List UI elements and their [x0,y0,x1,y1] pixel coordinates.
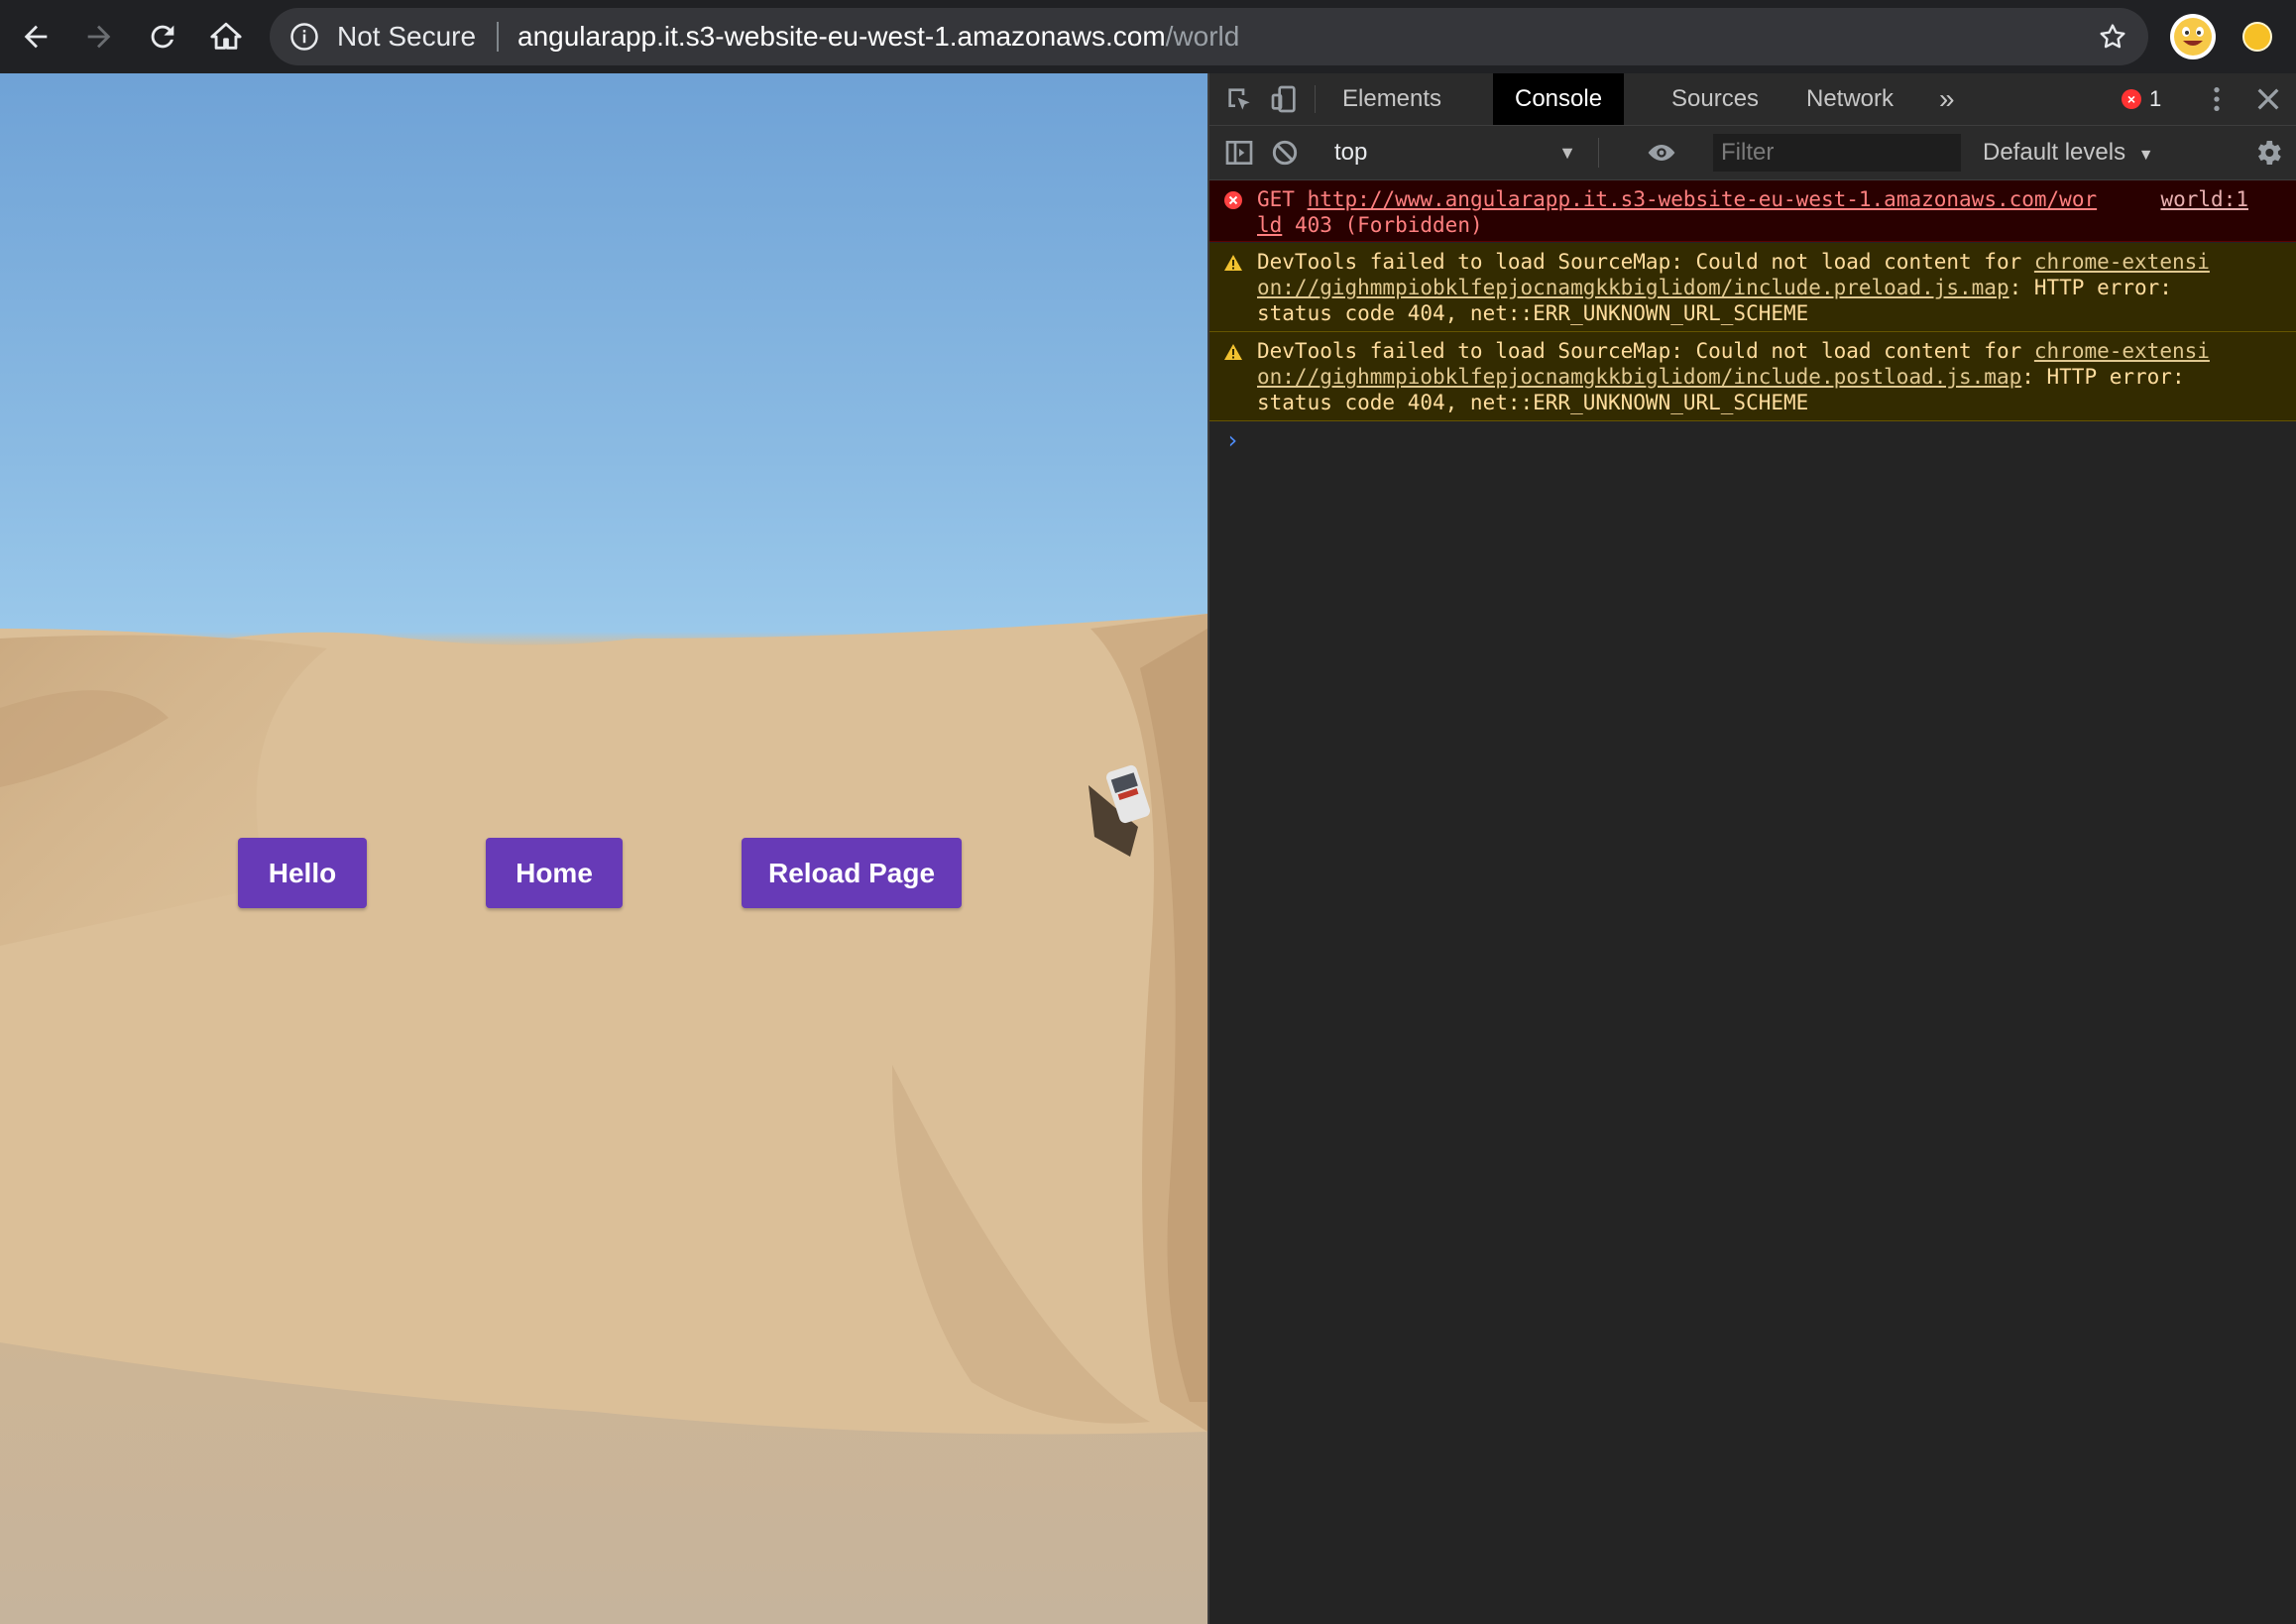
warning-line-3: status code 404, net::ERR_UNKNOWN_URL_SC… [1257,301,1809,325]
reload-button[interactable] [139,13,186,60]
star-icon[interactable] [2097,21,2128,53]
tab-network[interactable]: Network [1784,73,1915,125]
device-toolbar-icon[interactable] [1269,83,1301,115]
address-bar[interactable]: Not Secure angularapp.it.s3-website-eu-w… [270,8,2148,65]
url-text[interactable]: angularapp.it.s3-website-eu-west-1.amazo… [517,8,1239,65]
caret-down-icon: ▼ [2137,147,2154,164]
emoji-face-icon [2174,18,2212,56]
profile-avatar[interactable] [2170,14,2216,59]
forward-button[interactable] [75,13,123,60]
toolbar-divider [1598,138,1599,168]
url-path: /world [1165,21,1240,52]
warning-text: DevTools failed to load SourceMap: Could… [1257,250,2022,274]
info-icon[interactable] [289,22,319,52]
home-icon [210,22,242,50]
warning-text: : HTTP error: [2009,276,2172,299]
error-circle-icon [1224,191,1242,209]
warning-text: DevTools failed to load SourceMap: Could… [1257,339,2022,363]
sourcemap-link[interactable]: chrome-extensi [2034,250,2210,274]
arrow-left-icon [24,25,48,49]
hello-button[interactable]: Hello [238,838,367,908]
browser-toolbar: Not Secure angularapp.it.s3-website-eu-w… [0,0,2296,73]
error-count: 1 [2149,86,2162,111]
warning-text: : HTTP error: [2021,365,2185,389]
warning-line-1: DevTools failed to load SourceMap: Could… [1257,249,2278,275]
warning-triangle-icon [1224,344,1242,360]
inspect-element-icon[interactable] [1223,83,1255,115]
more-tabs-button[interactable]: » [1917,73,1977,125]
reload-icon [151,25,174,49]
kebab-menu-icon[interactable] [2201,83,2233,115]
warning-line-3: status code 404, net::ERR_UNKNOWN_URL_SC… [1257,391,1809,414]
home-button-page[interactable]: Home [486,838,623,908]
devtools-panel: Elements Console Sources Network » × 1 t… [1207,73,2296,1624]
caret-down-icon: ▼ [1558,143,1576,163]
tab-console[interactable]: Console [1493,73,1625,125]
devtools-tabbar: Elements Console Sources Network » × 1 [1209,73,2296,126]
console-filter-input[interactable] [1713,134,1961,172]
error-line-1: GET http://www.angularapp.it.s3-website-… [1257,186,2278,212]
extension-icon[interactable] [2242,22,2272,52]
arrow-right-icon [87,25,111,49]
console-warning-message: DevTools failed to load SourceMap: Could… [1209,243,2296,332]
warning-line-2: on://gighmmpiobklfepjocnamgkkbiglidom/in… [1257,275,2278,300]
sourcemap-link-cont[interactable]: on://gighmmpiobklfepjocnamgkkbiglidom/in… [1257,276,2009,299]
status-text: 403 (Forbidden) [1294,213,1483,237]
log-levels-label: Default levels [1983,139,2126,166]
reload-page-button[interactable]: Reload Page [742,838,962,908]
error-line-2: ld 403 (Forbidden) [1257,212,2278,238]
warning-triangle-icon [1224,255,1242,271]
console-toolbar: top ▼ Default levels ▼ [1209,126,2296,180]
source-location-link[interactable]: world:1 [2160,186,2248,212]
context-value: top [1334,139,1368,166]
tab-elements[interactable]: Elements [1320,73,1463,125]
sourcemap-link[interactable]: chrome-extensi [2034,339,2210,363]
request-method: GET [1257,187,1295,211]
log-levels-dropdown[interactable]: Default levels ▼ [1983,126,2154,179]
warning-line-1: DevTools failed to load SourceMap: Could… [1257,338,2278,364]
context-selector[interactable]: top ▼ [1320,126,1586,179]
console-prompt[interactable]: › [1225,426,1239,454]
sidebar-toggle-icon[interactable] [1223,137,1255,169]
page-viewport: Hello Home Reload Page [0,73,1207,1624]
back-button[interactable] [12,13,59,60]
error-counter[interactable]: × 1 [2122,84,2161,114]
tab-sources[interactable]: Sources [1650,73,1780,125]
warning-line-2: on://gighmmpiobklfepjocnamgkkbiglidom/in… [1257,364,2278,390]
error-icon: × [2122,89,2141,109]
eye-icon[interactable] [1646,137,1677,169]
console-error-message: GET http://www.angularapp.it.s3-website-… [1209,180,2296,242]
sourcemap-link-cont[interactable]: on://gighmmpiobklfepjocnamgkkbiglidom/in… [1257,365,2021,389]
security-label[interactable]: Not Secure [337,8,476,65]
omnibox-divider [497,22,499,52]
url-host: angularapp.it.s3-website-eu-west-1.amazo… [517,21,1166,52]
clear-console-icon[interactable] [1269,137,1301,169]
tabbar-divider [1315,85,1316,113]
gear-icon[interactable] [2252,137,2284,169]
request-url-link[interactable]: http://www.angularapp.it.s3-website-eu-w… [1308,187,2098,211]
close-icon[interactable] [2252,83,2284,115]
console-warning-message: DevTools failed to load SourceMap: Could… [1209,332,2296,421]
request-url-link-cont[interactable]: ld [1257,213,1282,237]
home-button[interactable] [202,13,250,60]
